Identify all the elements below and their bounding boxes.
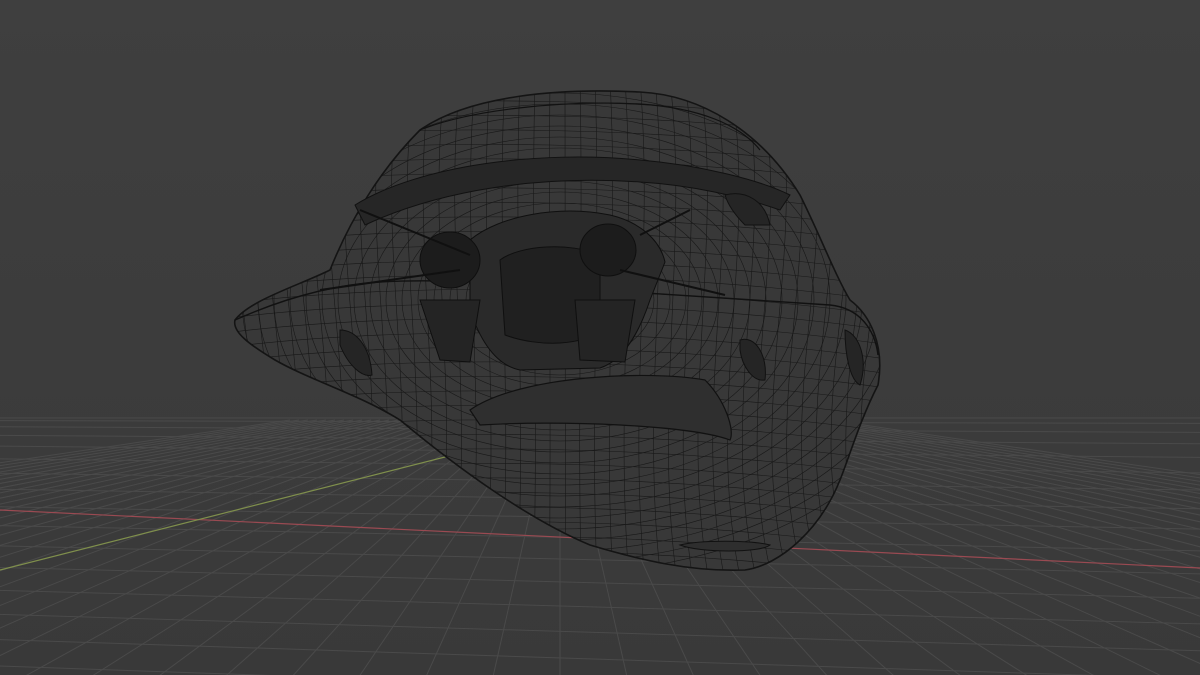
viewport-canvas[interactable] <box>0 0 1200 675</box>
3d-viewport[interactable] <box>0 0 1200 675</box>
